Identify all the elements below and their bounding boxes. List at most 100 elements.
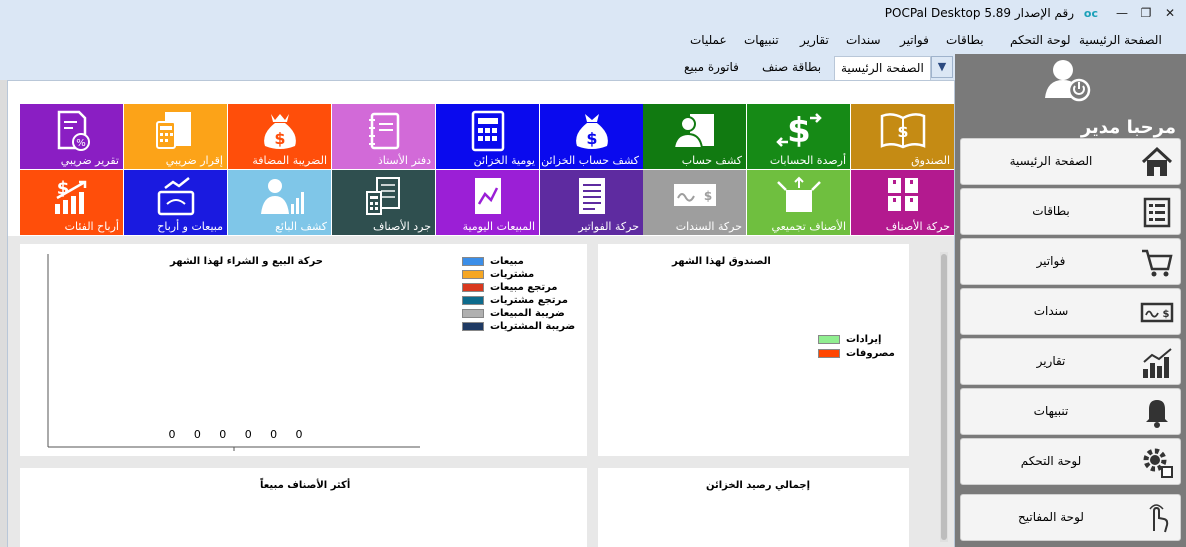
menu-home[interactable]: الصفحة الرئيسية	[1079, 33, 1162, 47]
menu-control-panel[interactable]: لوحة التحكم	[1010, 33, 1071, 47]
tile-label: كشف حساب	[681, 154, 742, 167]
touch-hand-icon	[1149, 504, 1169, 533]
tile-label: يومية الخزائن	[473, 154, 535, 167]
tab-item-card[interactable]: بطاقة صنف	[756, 56, 827, 80]
tile-label: الصندوق	[911, 154, 950, 167]
sidebar-item-keyboard[interactable]: لوحة المفاتيح	[960, 494, 1181, 541]
legend-swatch	[462, 256, 484, 266]
legend-item: ضريبة المبيعات	[462, 308, 565, 319]
open-box-icon	[776, 176, 821, 212]
legend-swatch	[462, 308, 484, 318]
tile-label: حركة الأصناف	[885, 220, 950, 233]
minimize-icon[interactable]: —	[1114, 5, 1130, 21]
line-chart-doc-icon	[474, 178, 501, 214]
panel-title: إجمالي رصيد الخزائن	[706, 480, 810, 491]
legend-swatch	[462, 282, 484, 292]
tile-label: كشف حساب الخزائن	[541, 154, 639, 167]
tile-account-balances[interactable]: $ أرصدة الحسابات	[747, 104, 850, 169]
tab-sale-invoice[interactable]: فاتورة مبيع	[678, 56, 745, 80]
tile-items-summary[interactable]: الأصناف تجميعي	[747, 170, 850, 235]
dollar-exchange-icon: $	[775, 111, 822, 150]
tile-sales-profits[interactable]: مبيعات و أرباح	[124, 170, 227, 235]
tile-label: حركة السندات	[675, 220, 742, 233]
tile-vat[interactable]: $ الضريبة المضافة	[228, 104, 331, 169]
tile-inventory-count[interactable]: جرد الأصناف	[332, 170, 435, 235]
tile-ledger[interactable]: دفتر الأستاذ	[332, 104, 435, 169]
tile-tax-report[interactable]: % تقرير ضريبي	[20, 104, 123, 169]
calculator-document-icon	[155, 112, 191, 149]
calculator-icon	[471, 110, 504, 152]
tile-label: الأصناف تجميعي	[771, 220, 846, 233]
legend-swatch	[462, 295, 484, 305]
bar-chart-icon	[1143, 348, 1172, 378]
sidebar-item-label: بطاقات	[1032, 204, 1070, 218]
seller-chart-icon	[260, 179, 304, 214]
legend-swatch	[462, 321, 484, 331]
legend-swatch	[462, 269, 484, 279]
sales-profit-icon	[157, 177, 194, 216]
person-document-icon	[672, 114, 714, 149]
tile-seller-statement[interactable]: كشف البائع	[228, 170, 331, 235]
menu-alerts[interactable]: تنبيهات	[744, 33, 779, 47]
window-title: POCPal Desktop رقم الإصدار 5.89	[884, 6, 1074, 20]
sales-purchase-chart-panel: حركة البيع و الشراء لهذا الشهر 000000 مب…	[20, 244, 587, 456]
tab-home[interactable]: الصفحة الرئيسية	[834, 56, 931, 80]
boxes-icon	[887, 178, 918, 211]
vertical-scrollbar[interactable]	[940, 252, 948, 542]
sidebar-item-control-panel[interactable]: لوحة التحكم	[960, 438, 1181, 485]
chart-data-label: 0	[219, 428, 226, 441]
scrollbar-thumb[interactable]	[941, 254, 947, 540]
sidebar-item-home[interactable]: الصفحة الرئيسية	[960, 138, 1181, 185]
svg-text:$: $	[787, 111, 811, 150]
inventory-calculator-icon	[365, 177, 400, 215]
tile-invoices-movement[interactable]: حركة الفواتير	[540, 170, 643, 235]
legend-item: إيرادات	[818, 334, 881, 345]
sidebar-item-invoices[interactable]: فواتير	[960, 238, 1181, 285]
menu-cards[interactable]: بطاقات	[946, 33, 984, 47]
tile-treasury-statement[interactable]: $ كشف حساب الخزائن	[540, 104, 643, 169]
panel-title: أكثر الأصناف مبيعاً	[260, 480, 351, 491]
tab-dropdown-icon[interactable]: ▼	[931, 56, 953, 78]
tile-vouchers-movement[interactable]: $ حركة السندات	[643, 170, 746, 235]
tile-treasury-journal[interactable]: يومية الخزائن	[436, 104, 539, 169]
legend-swatch	[818, 334, 840, 344]
menu-operations[interactable]: عمليات	[690, 33, 727, 47]
tile-label: المبيعات اليومية	[462, 220, 535, 233]
user-power-icon	[1045, 60, 1091, 102]
panel-title: الصندوق لهذا الشهر	[672, 256, 771, 267]
money-bag-icon: $	[575, 114, 608, 149]
chart-data-label: 0	[194, 428, 201, 441]
tile-items-movement[interactable]: حركة الأصناف	[851, 170, 954, 235]
bell-icon	[1146, 400, 1168, 428]
tab-strip: الصفحة الرئيسية بطاقة صنف فاتورة مبيع	[0, 54, 955, 80]
home-icon	[1141, 146, 1173, 176]
tile-label: إقرار ضريبي	[165, 154, 223, 167]
svg-text:$: $	[897, 122, 908, 141]
menu-reports[interactable]: تقارير	[800, 33, 829, 47]
restore-icon[interactable]: ❐	[1138, 5, 1154, 21]
legend-item: ضريبة المشتريات	[462, 321, 575, 332]
sidebar-item-label: سندات	[1033, 304, 1069, 318]
tax-report-icon: %	[57, 110, 90, 151]
tile-account-statement[interactable]: كشف حساب	[643, 104, 746, 169]
cart-icon	[1142, 249, 1173, 277]
tile-daily-sales[interactable]: المبيعات اليومية	[436, 170, 539, 235]
tile-category-profits[interactable]: $ أرباح الفئات	[20, 170, 123, 235]
legend-item: مشتريات	[462, 269, 534, 280]
menu-invoices[interactable]: فواتير	[900, 33, 929, 47]
sidebar-item-alerts[interactable]: تنبيهات	[960, 388, 1181, 435]
sidebar-item-cards[interactable]: بطاقات	[960, 188, 1181, 235]
sidebar-item-label: تنبيهات	[1033, 404, 1069, 418]
tile-tax-return[interactable]: إقرار ضريبي	[124, 104, 227, 169]
sidebar-item-label: لوحة المفاتيح	[1018, 510, 1084, 524]
tile-label: الضريبة المضافة	[252, 154, 327, 167]
close-icon[interactable]: ✕	[1162, 5, 1178, 21]
menu-vouchers[interactable]: سندات	[846, 33, 881, 47]
sidebar-item-reports[interactable]: تقارير	[960, 338, 1181, 385]
treasury-total-panel: إجمالي رصيد الخزائن	[598, 468, 909, 547]
sidebar-item-label: فواتير	[1036, 254, 1066, 268]
chart-data-label: 0	[245, 428, 252, 441]
menu-bar: الصفحة الرئيسية لوحة التحكم بطاقات فواتي…	[0, 28, 1186, 54]
sidebar-item-vouchers[interactable]: سندات $	[960, 288, 1181, 335]
tile-cashbox[interactable]: $ الصندوق	[851, 104, 954, 169]
